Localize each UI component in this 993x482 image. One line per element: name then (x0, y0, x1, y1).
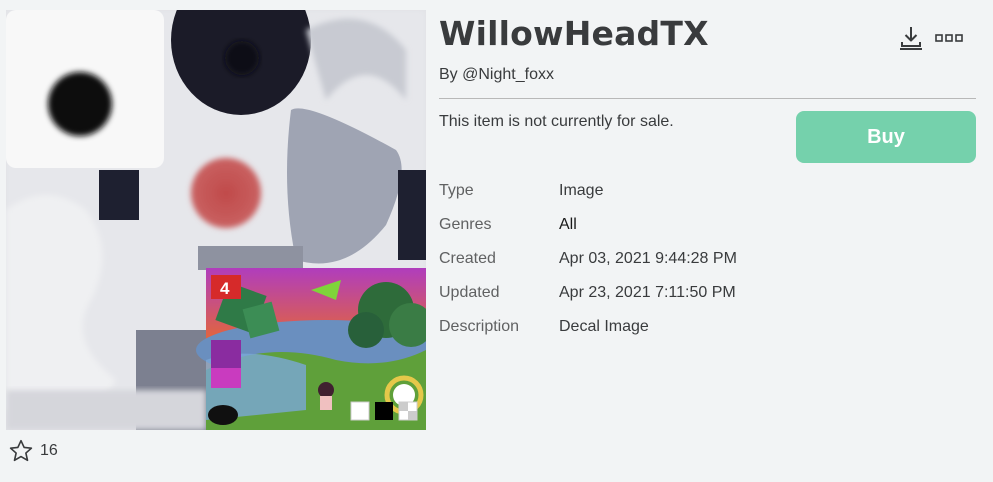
detail-value: Apr 03, 2021 9:44:28 PM (559, 250, 737, 267)
detail-value: Image (559, 182, 604, 199)
genre-link[interactable]: All (559, 216, 577, 234)
favorite-button[interactable]: 16 (8, 438, 58, 464)
detail-label: Updated (439, 284, 500, 301)
item-thumbnail[interactable]: 4 (6, 10, 426, 430)
creator-prefix: By (439, 66, 463, 83)
flag-number: 4 (220, 279, 230, 298)
detail-row-updated: Updated Apr 23, 2021 7:11:50 PM (439, 276, 737, 310)
detail-row-genres: Genres All (439, 208, 737, 242)
item-title: WillowHeadTX (439, 14, 709, 53)
detail-value: Apr 23, 2021 7:11:50 PM (559, 284, 736, 301)
detail-label: Type (439, 182, 474, 199)
detail-label: Description (439, 318, 520, 335)
favorite-count: 16 (40, 442, 58, 459)
thumbnail-image: 4 (6, 10, 426, 430)
download-button[interactable] (897, 24, 925, 52)
star-icon (9, 439, 33, 462)
detail-row-type: Type Image (439, 174, 737, 208)
download-icon (900, 27, 922, 50)
more-options-icon (935, 34, 963, 42)
detail-label: Genres (439, 216, 492, 233)
detail-row-created: Created Apr 03, 2021 9:44:28 PM (439, 242, 737, 276)
item-details: Type Image Genres All Created Apr 03, 20… (439, 174, 737, 344)
detail-row-description: Description Decal Image (439, 310, 737, 344)
buy-button[interactable]: Buy (796, 111, 976, 163)
detail-label: Created (439, 250, 496, 267)
divider (439, 98, 976, 99)
creator-row: By @Night_foxx (439, 66, 554, 84)
more-options-button[interactable] (935, 24, 963, 52)
detail-value: Decal Image (559, 318, 649, 335)
game-screenshot-inset: 4 (196, 268, 426, 430)
creator-link[interactable]: @Night_foxx (462, 66, 554, 83)
sale-status: This item is not currently for sale. (439, 113, 674, 130)
item-actions (897, 24, 963, 52)
